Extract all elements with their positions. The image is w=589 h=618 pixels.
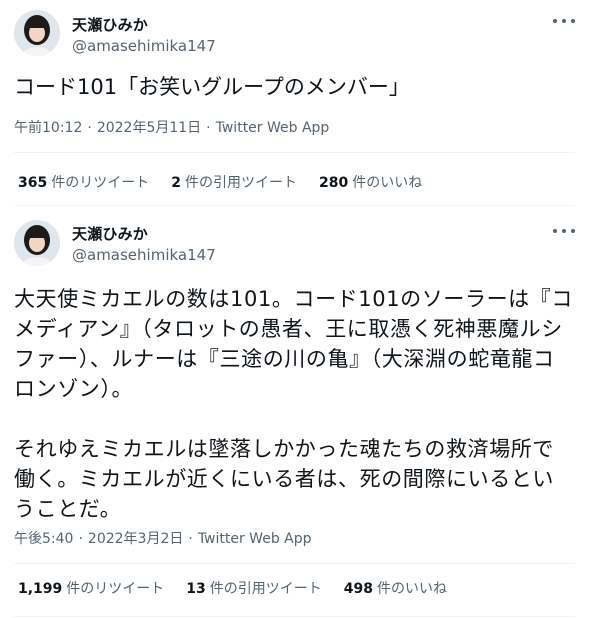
avatar-photo-icon [14, 220, 60, 266]
tweet-stats: 365 件のリツイート 2 件の引用ツイート 280 件のいいね [18, 172, 444, 192]
tweet-source[interactable]: Twitter Web App [198, 531, 312, 547]
likes-label: 件のいいね [377, 581, 448, 597]
tweet-1: 天瀬ひみか @amasehimika147 コード101「お笑いグループのメンバ… [0, 0, 589, 206]
tweet-text: 大天使ミカエルの数は101。コード101のソーラーは『コメディアン』（タロットの… [14, 287, 573, 521]
tweet-time[interactable]: 午後5:40 [14, 531, 73, 547]
meta-separator: · [87, 120, 92, 136]
likes-count: 280 [318, 175, 349, 191]
likes-stat[interactable]: 498 件のいいね [344, 578, 447, 598]
retweets-label: 件のリツイート [66, 581, 165, 597]
meta-separator: · [188, 531, 193, 547]
likes-label: 件のいいね [352, 175, 423, 191]
tweet-date[interactable]: 2022年3月2日 [88, 531, 183, 547]
tweet-stats: 1,199 件のリツイート 13 件の引用ツイート 498 件のいいね [18, 578, 469, 598]
avatar[interactable] [14, 220, 60, 266]
quotes-label: 件の引用ツイート [209, 581, 322, 597]
tweet-meta: 午前10:12 · 2022年5月11日 · Twitter Web App [14, 117, 329, 137]
quotes-label: 件の引用ツイート [184, 175, 297, 191]
tweet-2: 天瀬ひみか @amasehimika147 大天使ミカエルの数は101。コード1… [0, 206, 589, 618]
avatar-photo-icon [14, 10, 60, 56]
likes-stat[interactable]: 280 件のいいね [319, 172, 422, 192]
quotes-count: 13 [186, 581, 206, 597]
meta-separator: · [206, 120, 211, 136]
user-handle[interactable]: @amasehimika147 [72, 37, 216, 55]
tweet-date[interactable]: 2022年5月11日 [97, 120, 201, 136]
more-icon[interactable] [553, 16, 575, 26]
quotes-count: 2 [171, 175, 181, 191]
user-handle[interactable]: @amasehimika147 [72, 246, 216, 264]
divider [14, 563, 575, 564]
retweets-label: 件のリツイート [51, 175, 150, 191]
likes-count: 498 [343, 581, 374, 597]
tweet-source[interactable]: Twitter Web App [216, 120, 330, 136]
quotes-stat[interactable]: 2 件の引用ツイート [171, 172, 297, 192]
tweet-text: コード101「お笑いグループのメンバー」 [14, 75, 410, 99]
user-name[interactable]: 天瀬ひみか [72, 223, 148, 244]
divider [14, 616, 575, 617]
retweets-count: 1,199 [18, 581, 63, 597]
divider [14, 152, 575, 153]
user-name[interactable]: 天瀬ひみか [72, 14, 148, 35]
quotes-stat[interactable]: 13 件の引用ツイート [186, 578, 321, 598]
retweets-stat[interactable]: 1,199 件のリツイート [18, 578, 164, 598]
meta-separator: · [78, 531, 83, 547]
retweets-count: 365 [18, 175, 48, 191]
tweet-time[interactable]: 午前10:12 [14, 120, 82, 136]
more-icon[interactable] [553, 226, 575, 236]
retweets-stat[interactable]: 365 件のリツイート [18, 172, 149, 192]
avatar[interactable] [14, 10, 60, 56]
tweet-meta: 午後5:40 · 2022年3月2日 · Twitter Web App [14, 528, 312, 548]
